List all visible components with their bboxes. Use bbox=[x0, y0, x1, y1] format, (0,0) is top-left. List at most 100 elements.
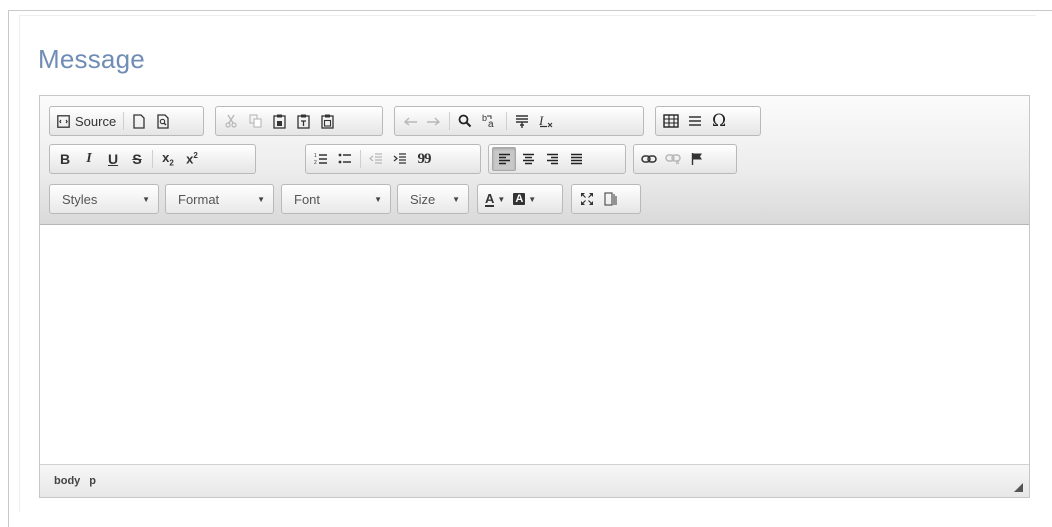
unlink-button[interactable] bbox=[661, 147, 685, 171]
svg-text:I: I bbox=[538, 113, 544, 128]
colors-group: A ▼ A ▼ bbox=[477, 184, 563, 214]
italic-button[interactable]: I bbox=[77, 147, 101, 171]
find-icon bbox=[458, 114, 472, 128]
separator bbox=[123, 112, 125, 130]
special-char-button[interactable]: Ω bbox=[707, 109, 731, 133]
font-label: Font bbox=[294, 191, 321, 207]
paste-button[interactable] bbox=[267, 109, 291, 133]
align-right-button[interactable] bbox=[540, 147, 564, 171]
italic-icon: I bbox=[86, 151, 92, 166]
remove-format-icon: I bbox=[538, 113, 553, 128]
replace-icon: b a bbox=[482, 113, 494, 129]
separator bbox=[506, 112, 507, 130]
blockquote-icon: 99 bbox=[417, 150, 432, 167]
maximize-button[interactable] bbox=[575, 187, 599, 211]
chevron-down-icon: ▼ bbox=[257, 194, 265, 204]
align-center-button[interactable] bbox=[516, 147, 540, 171]
unlink-icon bbox=[665, 154, 681, 165]
replace-button[interactable]: b a bbox=[477, 109, 503, 133]
links-group bbox=[633, 144, 737, 174]
table-button[interactable] bbox=[659, 109, 683, 133]
separator bbox=[449, 112, 450, 130]
numbered-list-button[interactable]: 1 2 bbox=[309, 147, 333, 171]
resize-handle-icon[interactable] bbox=[1014, 483, 1023, 492]
clipboard-group bbox=[215, 106, 383, 136]
link-button[interactable] bbox=[637, 147, 661, 171]
anchor-icon bbox=[691, 153, 702, 165]
path-item-body[interactable]: body bbox=[54, 475, 80, 487]
bold-button[interactable]: B bbox=[53, 147, 77, 171]
undo-button[interactable] bbox=[398, 109, 422, 133]
table-icon bbox=[663, 114, 679, 128]
select-all-button[interactable] bbox=[510, 109, 534, 133]
find-button[interactable] bbox=[453, 109, 477, 133]
align-left-button[interactable] bbox=[492, 147, 516, 171]
paste-word-button[interactable] bbox=[315, 109, 339, 133]
background-color-icon: A bbox=[513, 193, 526, 205]
undo-icon bbox=[403, 117, 417, 126]
preview-button[interactable] bbox=[151, 109, 175, 133]
basic-styles-group: B I U S x2 x2 bbox=[49, 144, 256, 174]
horizontal-rule-button[interactable] bbox=[683, 109, 707, 133]
cut-button[interactable] bbox=[219, 109, 243, 133]
paste-text-button[interactable] bbox=[291, 109, 315, 133]
remove-format-button[interactable]: I bbox=[534, 109, 558, 133]
document-group: Source bbox=[49, 106, 204, 136]
outdent-button[interactable] bbox=[364, 147, 388, 171]
superscript-button[interactable]: x2 bbox=[180, 147, 204, 171]
source-button[interactable]: Source bbox=[53, 109, 120, 133]
new-page-icon bbox=[133, 113, 145, 129]
chevron-down-icon: ▼ bbox=[142, 194, 150, 204]
styles-label: Styles bbox=[62, 191, 98, 207]
underline-button[interactable]: U bbox=[101, 147, 125, 171]
font-combo[interactable]: Font ▼ bbox=[281, 184, 391, 214]
redo-button[interactable] bbox=[422, 109, 446, 133]
copy-button[interactable] bbox=[243, 109, 267, 133]
link-icon bbox=[641, 155, 657, 163]
svg-text:b: b bbox=[482, 113, 487, 123]
svg-text:2: 2 bbox=[314, 160, 317, 166]
underline-icon: U bbox=[107, 151, 119, 167]
background-color-button[interactable]: A ▼ bbox=[509, 187, 540, 211]
preview-icon bbox=[157, 113, 169, 129]
numbered-list-icon: 1 2 bbox=[314, 153, 327, 166]
paste-text-icon bbox=[296, 114, 310, 129]
outdent-icon bbox=[369, 153, 382, 164]
chevron-down-icon: ▼ bbox=[528, 194, 537, 204]
chevron-down-icon: ▼ bbox=[452, 194, 460, 204]
strike-button[interactable]: S bbox=[125, 147, 149, 171]
editing-group: b a I bbox=[394, 106, 644, 136]
format-label: Format bbox=[178, 191, 220, 207]
align-right-icon bbox=[546, 153, 558, 165]
new-page-button[interactable] bbox=[127, 109, 151, 133]
copy-icon bbox=[248, 114, 262, 128]
editor-content-area[interactable] bbox=[40, 226, 1029, 464]
align-center-icon bbox=[522, 153, 534, 165]
bulleted-list-icon bbox=[338, 153, 351, 164]
path-item-p[interactable]: p bbox=[89, 475, 96, 487]
bulleted-list-button[interactable] bbox=[333, 147, 357, 171]
horizontal-rule-icon bbox=[689, 116, 701, 126]
indent-button[interactable] bbox=[388, 147, 412, 171]
blockquote-button[interactable]: 99 bbox=[412, 147, 436, 171]
cut-icon bbox=[225, 114, 237, 128]
tools-group bbox=[571, 184, 641, 214]
anchor-button[interactable] bbox=[685, 147, 709, 171]
subscript-button[interactable]: x2 bbox=[156, 147, 180, 171]
source-label: Source bbox=[75, 113, 117, 129]
format-combo[interactable]: Format ▼ bbox=[165, 184, 274, 214]
chevron-down-icon: ▼ bbox=[497, 194, 506, 204]
redo-icon bbox=[427, 117, 441, 126]
align-left-icon bbox=[498, 153, 510, 165]
styles-combo[interactable]: Styles ▼ bbox=[49, 184, 159, 214]
justify-button[interactable] bbox=[564, 147, 588, 171]
indent-icon bbox=[393, 153, 406, 164]
text-color-button[interactable]: A ▼ bbox=[481, 187, 509, 211]
size-combo[interactable]: Size ▼ bbox=[397, 184, 469, 214]
paste-icon bbox=[272, 114, 286, 129]
show-blocks-button[interactable] bbox=[599, 187, 623, 211]
paste-word-icon bbox=[320, 114, 334, 129]
separator bbox=[360, 150, 361, 168]
select-all-icon bbox=[516, 114, 528, 128]
bold-icon: B bbox=[59, 151, 71, 167]
